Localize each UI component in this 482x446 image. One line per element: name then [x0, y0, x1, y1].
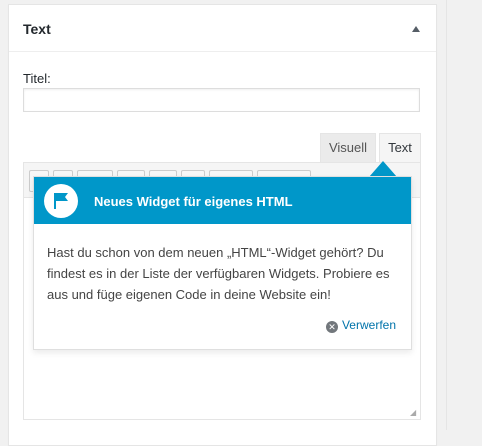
dismiss-label: Verwerfen — [341, 318, 396, 332]
dismiss-button[interactable]: ✕ Verwerfen — [325, 318, 396, 333]
widget-title: Text — [23, 21, 51, 37]
pointer-arrow — [369, 161, 397, 177]
pointer-title: Neues Widget für eigenes HTML — [94, 194, 293, 209]
close-circle-icon: ✕ — [325, 321, 338, 333]
tab-text[interactable]: Text — [379, 133, 421, 163]
collapse-arrow-icon[interactable] — [412, 26, 420, 32]
pointer-header: Neues Widget für eigenes HTML — [34, 177, 411, 224]
widget-header[interactable]: Text — [9, 5, 436, 52]
tab-visual[interactable]: Visuell — [320, 133, 376, 163]
flag-icon — [54, 193, 68, 209]
title-field-label: Titel: — [23, 71, 51, 86]
flag-badge — [44, 184, 78, 218]
resize-grip-icon[interactable]: ◢ — [410, 409, 418, 417]
title-input[interactable] — [23, 88, 420, 112]
new-widget-pointer: Neues Widget für eigenes HTML Hast du sc… — [33, 176, 412, 350]
pointer-message: Hast du schon von dem neuen „HTML“-Widge… — [47, 245, 390, 302]
sidebar-strip — [446, 0, 482, 430]
